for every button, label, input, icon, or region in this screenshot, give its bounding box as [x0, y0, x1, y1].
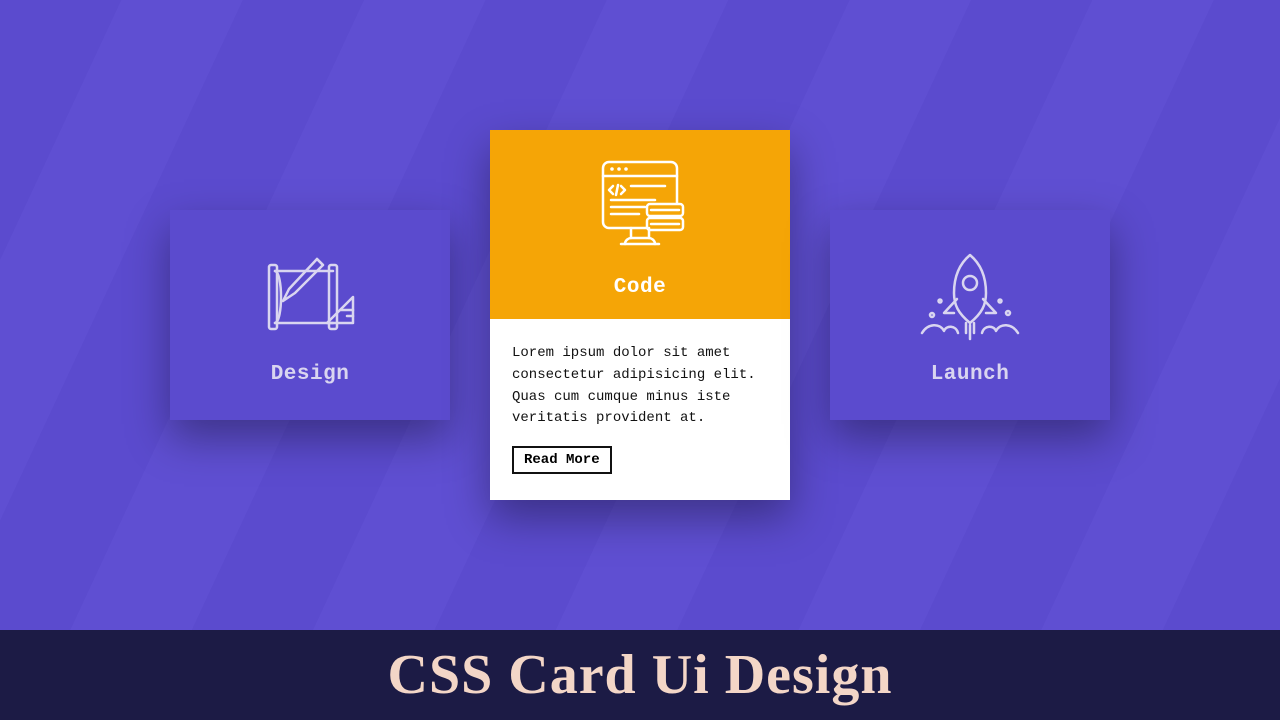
page-title: CSS Card Ui Design [388, 643, 893, 707]
code-icon [585, 152, 695, 262]
card-description: Lorem ipsum dolor sit amet consectetur a… [512, 343, 768, 430]
card-title: Design [271, 363, 350, 386]
card-title: Launch [931, 363, 1010, 386]
card-code[interactable]: Code Lorem ipsum dolor sit amet consecte… [490, 130, 790, 500]
card-title: Code [614, 276, 666, 299]
card-code-body: Lorem ipsum dolor sit amet consectetur a… [490, 319, 790, 500]
design-icon [255, 249, 365, 349]
card-launch[interactable]: Launch [830, 210, 1110, 420]
card-row: Design [0, 0, 1280, 630]
launch-icon [910, 249, 1030, 349]
footer-banner: CSS Card Ui Design [0, 630, 1280, 720]
card-code-header: Code [490, 130, 790, 319]
read-more-button[interactable]: Read More [512, 446, 612, 474]
card-design[interactable]: Design [170, 210, 450, 420]
